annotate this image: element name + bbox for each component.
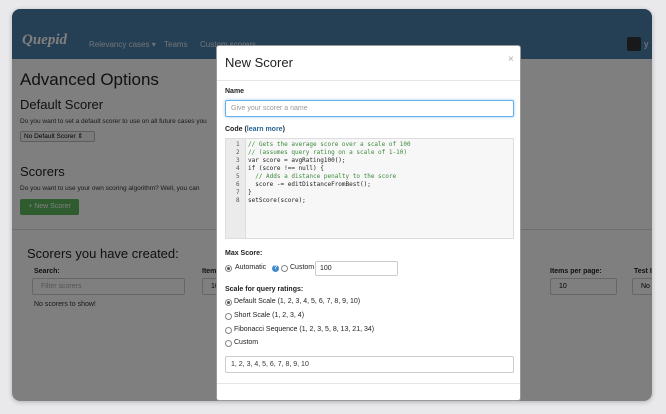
code-line: var score = avgRating100();	[248, 157, 346, 164]
code-line: if (score !== null) {	[248, 165, 324, 172]
modal-title: New Scorer	[225, 55, 293, 70]
custom-scale-label: Custom	[234, 339, 259, 346]
default-scale-label: Default Scale (1, 2, 3, 4, 5, 6, 7, 8, 9…	[234, 298, 361, 305]
default-scale-radio[interactable]	[225, 299, 232, 306]
modal-header-divider	[217, 80, 520, 81]
automatic-label: Automatic	[235, 264, 267, 271]
line-number: 1	[236, 141, 240, 148]
code-line: setScore(score);	[248, 197, 306, 204]
line-number: 5	[236, 173, 240, 180]
custom-max-label: Custom	[290, 264, 315, 271]
code-label-text: Code	[225, 126, 243, 133]
max-score-input[interactable]: 100	[315, 261, 398, 276]
line-number: 4	[236, 165, 240, 172]
code-line: }	[248, 189, 252, 196]
short-scale-label: Short Scale (1, 2, 3, 4)	[234, 312, 305, 319]
close-icon[interactable]: ×	[508, 54, 514, 65]
automatic-radio[interactable]	[225, 265, 232, 272]
name-label: Name	[225, 88, 245, 95]
code-line: // Gets the average score over a scale o…	[248, 141, 411, 148]
fibonacci-scale-radio[interactable]	[225, 327, 232, 334]
modal-footer-divider	[217, 383, 520, 384]
short-scale-radio[interactable]	[225, 313, 232, 320]
line-number: 8	[236, 197, 240, 204]
line-number: 6	[236, 181, 240, 188]
line-number: 3	[236, 157, 240, 164]
line-number: 7	[236, 189, 240, 196]
browser-frame: Quepid Relevancy cases ▾ Teams Custom sc…	[12, 9, 652, 401]
code-line: score -= editDistanceFromBest();	[248, 181, 371, 188]
custom-max-radio[interactable]	[281, 265, 288, 272]
line-number: 2	[236, 149, 240, 156]
scale-label: Scale for query ratings:	[225, 286, 304, 293]
custom-scale-input[interactable]: 1, 2, 3, 4, 5, 6, 7, 8, 9, 10	[225, 356, 514, 373]
code-line: // Adds a distance penalty to the score	[248, 173, 397, 180]
fibonacci-scale-label: Fibonacci Sequence (1, 2, 3, 5, 8, 13, 2…	[234, 326, 375, 333]
help-icon[interactable]: ?	[272, 265, 279, 272]
code-label: Code (learn more)	[225, 126, 285, 133]
custom-scale-radio[interactable]	[225, 340, 232, 347]
learn-more-link[interactable]: learn more	[247, 126, 283, 133]
max-score-label: Max Score:	[225, 250, 263, 257]
code-line: // (assumes query rating on a scale of 1…	[248, 149, 407, 156]
new-scorer-modal: New Scorer × Name Give your scorer a nam…	[216, 45, 521, 401]
line-number-gutter: 1 2 3 4 5 6 7 8	[226, 139, 246, 238]
code-editor[interactable]: 1 2 3 4 5 6 7 8 // Gets the average scor…	[225, 138, 514, 239]
scorer-name-input[interactable]: Give your scorer a name	[225, 100, 514, 117]
